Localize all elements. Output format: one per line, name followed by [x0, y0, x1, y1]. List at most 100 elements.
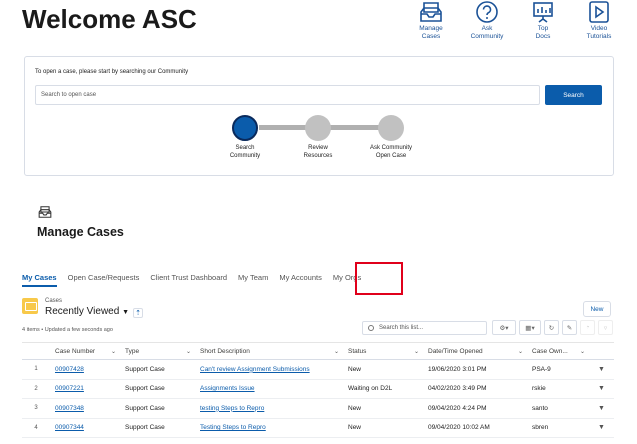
column-header-status[interactable]: Status ⌄ [343, 342, 423, 360]
inbox-icon [38, 206, 52, 218]
chevron-down-icon[interactable]: ⌄ [580, 348, 585, 355]
case-owner: rskie [527, 379, 589, 399]
play-icon [589, 1, 609, 23]
date-opened: 19/06/2020 3:01 PM [423, 359, 527, 380]
chevron-down-icon[interactable]: ▼ [598, 385, 605, 392]
chevron-down-icon[interactable]: ⌄ [186, 348, 191, 355]
step-review-resources-label: Review Resources [303, 145, 333, 159]
row-actions-dropdown[interactable]: ▼ [589, 359, 614, 380]
step-ask-community-label: Ask Community Open Case [369, 145, 412, 159]
case-steps: Search Community Review Resources Ask Comm… [25, 113, 613, 173]
case-status: New [343, 359, 423, 380]
table-row: 2 00907221 Support Case Assignments Issu… [22, 379, 614, 399]
tab-my-cases[interactable]: My Cases [22, 273, 57, 287]
chevron-down-icon[interactable]: ⌄ [518, 348, 523, 355]
row-actions-dropdown[interactable]: ▼ [589, 398, 614, 419]
list-meta: 4 items • Updated a few seconds ago [22, 327, 113, 333]
short-description-link[interactable]: Assignments Issue [195, 379, 343, 399]
case-number-link[interactable]: 00907221 [50, 379, 120, 399]
case-type: Support Case [120, 418, 195, 438]
search-to-open-case-input[interactable]: Search to open case [35, 85, 540, 105]
table-icon: ▦▾ [525, 324, 535, 332]
date-opened: 04/02/2020 3:49 PM [423, 379, 527, 399]
case-type: Support Case [120, 359, 195, 380]
column-header-case-owner[interactable]: Case Own... ⌄ [527, 342, 589, 360]
new-case-button[interactable]: New [583, 301, 611, 317]
column-header-case-number[interactable]: Case Number ⌄ [50, 342, 120, 360]
case-object-icon [22, 298, 38, 314]
refresh-icon: ↻ [548, 324, 555, 332]
step-review-resources-dot [305, 115, 331, 141]
case-owner: PSA-9 [527, 359, 589, 380]
page-title: Welcome ASC [22, 4, 197, 34]
chevron-down-icon[interactable]: ⌄ [334, 348, 339, 355]
pin-icon[interactable]: ⇡ [133, 308, 143, 318]
step-search-community-label: Search Community [229, 145, 261, 159]
chevron-down-icon[interactable]: ⌄ [111, 348, 116, 355]
case-number-link[interactable]: 00907344 [50, 418, 120, 438]
step-ask-community-dot [378, 115, 404, 141]
column-header-date-opened[interactable]: Date/Time Opened ⌄ [423, 342, 527, 360]
presentation-icon [533, 2, 553, 23]
search-list-input[interactable]: Search this list... [362, 321, 487, 335]
chevron-down-icon[interactable]: ▼ [598, 405, 605, 412]
chevron-down-icon: ▼ [122, 309, 130, 316]
chevron-down-icon[interactable]: ▼ [598, 366, 605, 373]
row-actions-dropdown[interactable]: ▼ [589, 379, 614, 399]
pencil-icon: ✎ [566, 324, 573, 332]
cases-table: Case Number ⌄ Type ⌄ Short Description ⌄ St… [22, 342, 614, 438]
display-as-button[interactable]: ▦▾ [519, 320, 541, 335]
quick-links: Manage Cases Ask Community Top Docs Video Tu… [403, 0, 627, 40]
date-opened: 09/04/2020 10:02 AM [423, 418, 527, 438]
case-status: New [343, 418, 423, 438]
quick-link-ask-community[interactable]: Ask Community [459, 0, 515, 40]
short-description-link[interactable]: Testing Steps to Repro [195, 418, 343, 438]
case-status: Waiting on D2L [343, 379, 423, 399]
row-actions-dropdown[interactable]: ▼ [589, 418, 614, 438]
quick-link-video-tutorials[interactable]: Video Tutorials [571, 0, 627, 40]
table-row: 3 00907348 Support Case testing Steps to… [22, 398, 614, 419]
case-owner: sbren [527, 418, 589, 438]
tab-my-accounts[interactable]: My Accounts [279, 273, 322, 287]
quick-link-manage-cases[interactable]: Manage Cases [403, 0, 459, 40]
quick-link-top-docs[interactable]: Top Docs [515, 0, 571, 40]
short-description-link[interactable]: Can't review Assignment Submissions [195, 359, 343, 380]
case-type: Support Case [120, 379, 195, 399]
filter-icon: ▿ [603, 324, 608, 332]
chart-icon: ◔ [585, 324, 590, 331]
object-name: Cases [45, 298, 63, 304]
chevron-down-icon[interactable]: ▼ [598, 424, 605, 431]
column-header-type[interactable]: Type ⌄ [120, 342, 195, 360]
short-description-link[interactable]: testing Steps to Repro [195, 398, 343, 419]
step-search-community-dot [232, 115, 258, 141]
tab-client-trust-dashboard[interactable]: Client Trust Dashboard [150, 273, 227, 287]
search-button[interactable]: Search [545, 85, 602, 105]
list-view-selector[interactable]: Recently Viewed ▼ [45, 306, 129, 317]
tab-open-case-requests[interactable]: Open Case/Requests [68, 273, 140, 287]
search-hint: To open a case, please start by searchin… [35, 69, 189, 75]
row-number: 1 [22, 359, 50, 380]
highlight-box [355, 262, 403, 295]
row-number: 2 [22, 379, 50, 399]
column-header-short-description[interactable]: Short Description ⌄ [195, 342, 343, 360]
case-number-link[interactable]: 00907428 [50, 359, 120, 380]
manage-cases-title: Manage Cases [37, 225, 124, 239]
date-opened: 09/04/2020 4:24 PM [423, 398, 527, 419]
case-owner: santo [527, 398, 589, 419]
case-type: Support Case [120, 398, 195, 419]
question-icon [476, 1, 498, 23]
open-case-search-card: To open a case, please start by searchin… [24, 56, 614, 176]
filter-button[interactable]: ▿ [598, 320, 613, 335]
refresh-button[interactable]: ↻ [544, 320, 559, 335]
table-row: 1 00907428 Support Case Can't review Ass… [22, 359, 614, 380]
chart-button[interactable]: ◔ [580, 320, 595, 335]
chevron-down-icon[interactable]: ⌄ [414, 348, 419, 355]
edit-button[interactable]: ✎ [562, 320, 577, 335]
tab-my-team[interactable]: My Team [238, 273, 268, 287]
search-icon [368, 325, 374, 331]
case-number-link[interactable]: 00907348 [50, 398, 120, 419]
table-header-row: Case Number ⌄ Type ⌄ Short Description ⌄ St… [22, 342, 614, 360]
actions-header [589, 342, 614, 360]
list-settings-button[interactable]: ⚙▾ [492, 320, 516, 335]
inbox-icon [420, 2, 442, 22]
